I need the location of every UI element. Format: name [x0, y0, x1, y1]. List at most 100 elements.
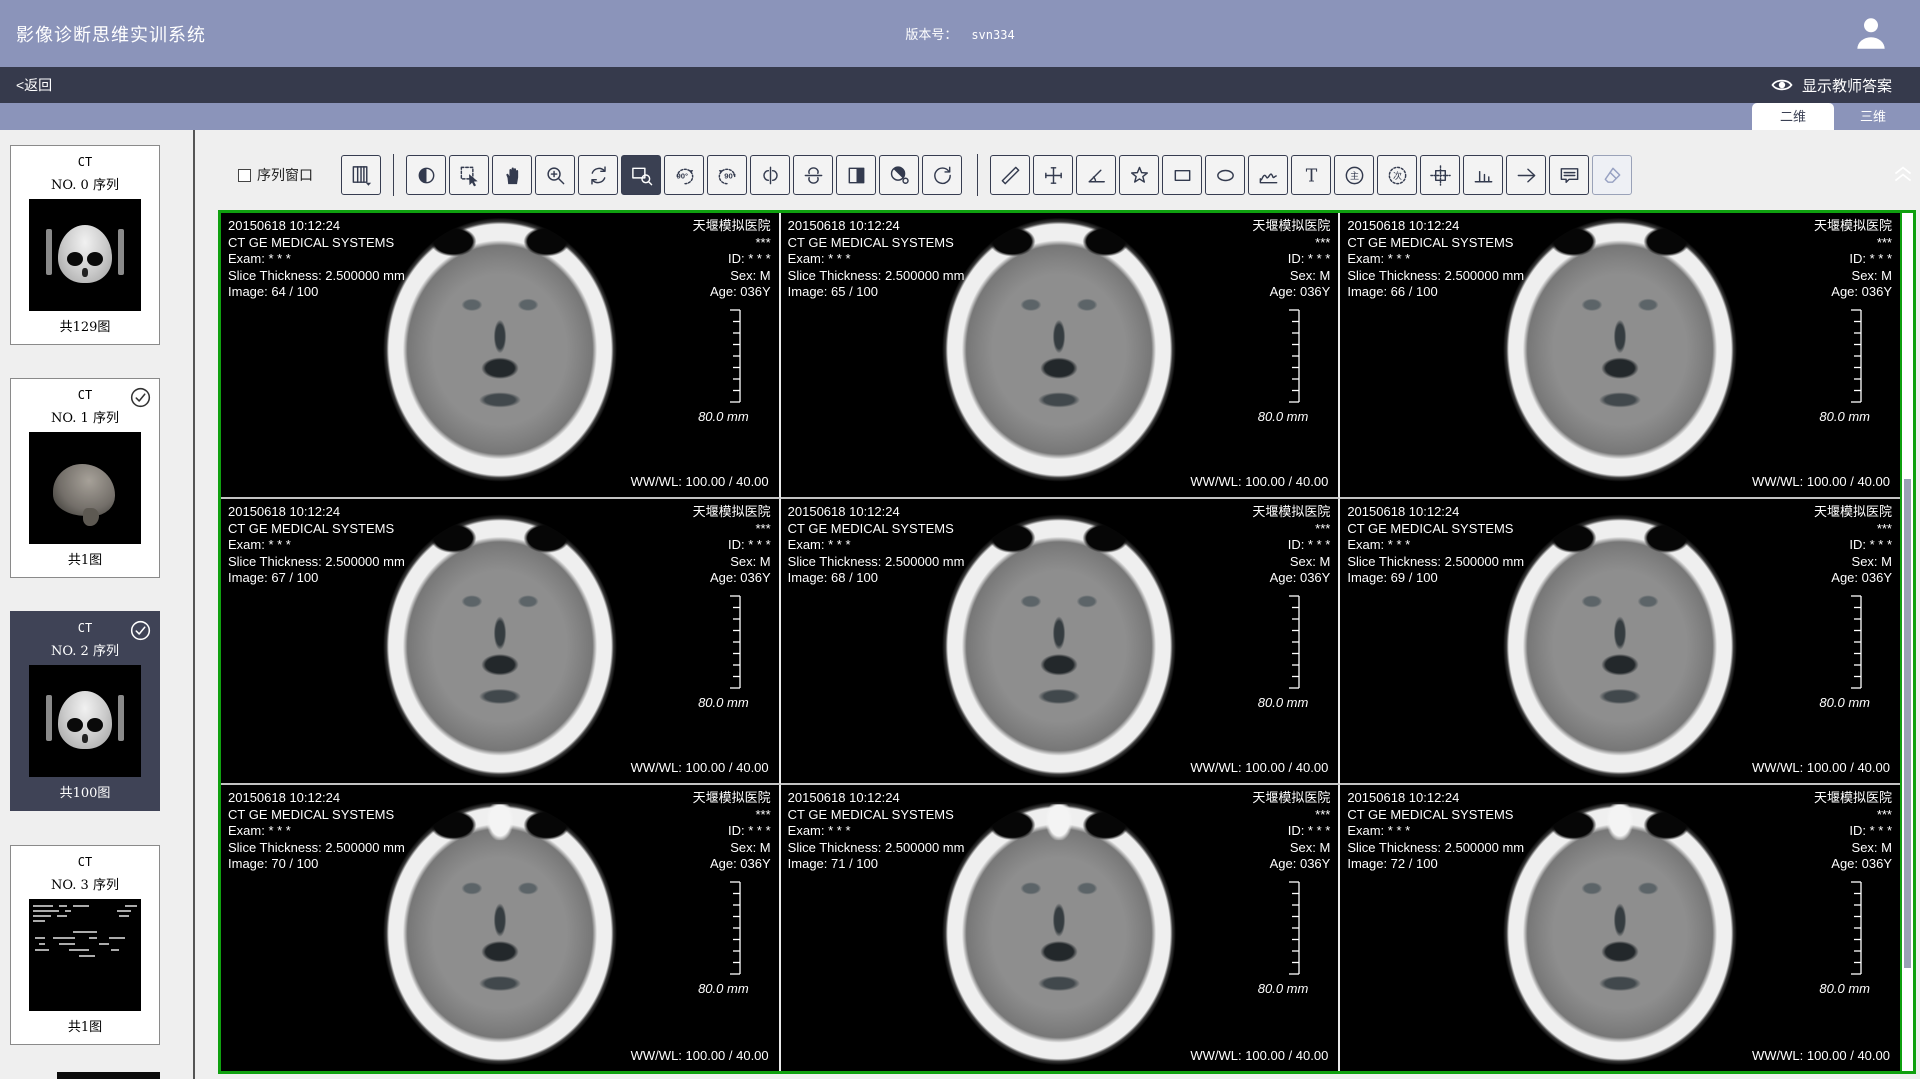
angle-button[interactable] [1076, 155, 1116, 195]
ct-image [1503, 514, 1737, 778]
series-window-toggle[interactable]: 序列窗口 [238, 165, 313, 185]
overlay-manufacturer: CT GE MEDICAL SYSTEMS [788, 235, 965, 252]
series-thumbnail-skull-side [29, 432, 141, 544]
tab-3d[interactable]: 三维 [1834, 103, 1912, 130]
star-roi-button[interactable] [1119, 155, 1159, 195]
window-preset-button[interactable] [879, 155, 919, 195]
ellipse-roi-button[interactable] [1205, 155, 1245, 195]
series-card-1[interactable]: CTNO. 1 序列共1图 [10, 378, 160, 578]
tab-2d[interactable]: 二维 [1752, 103, 1834, 130]
overlay-age: Age: 036Y [1252, 570, 1330, 587]
back-button[interactable]: <返回 [0, 75, 52, 95]
overlay-sex: Sex: M [1252, 840, 1330, 857]
reset-button[interactable] [922, 155, 962, 195]
invert-button[interactable] [836, 155, 876, 195]
overlay-scale-label: 80.0 mm [1258, 695, 1309, 710]
invert-icon [845, 164, 868, 187]
eraser-icon [1601, 164, 1624, 187]
series-card-3[interactable]: CTNO. 3 序列共1图 [10, 845, 160, 1045]
series-selected-check-icon [129, 386, 152, 409]
series-card-2[interactable]: CTNO. 2 序列共100图 [10, 611, 160, 811]
scrollbar-thumb[interactable] [1904, 479, 1911, 968]
eraser-button[interactable] [1592, 155, 1632, 195]
viewer-cell-4[interactable]: 20150618 10:12:24CT GE MEDICAL SYSTEMSEx… [221, 499, 781, 785]
profile-bars-button[interactable] [1463, 155, 1503, 195]
curve-profile-button[interactable] [1248, 155, 1288, 195]
rect-roi-button[interactable] [1162, 155, 1202, 195]
zoom-in-button[interactable] [535, 155, 575, 195]
viewer-scrollbar[interactable] [1900, 213, 1913, 1071]
overlay-manufacturer: CT GE MEDICAL SYSTEMS [228, 235, 405, 252]
cross-measure-button[interactable] [1033, 155, 1073, 195]
locate-button[interactable] [1420, 155, 1460, 195]
checkbox-icon[interactable] [238, 169, 251, 182]
overlay-datetime: 20150618 10:12:24 [228, 504, 405, 521]
viewer-cell-3[interactable]: 20150618 10:12:24CT GE MEDICAL SYSTEMSEx… [1340, 213, 1900, 499]
flip-horizontal-button[interactable] [750, 155, 790, 195]
overlay-top-left: 20150618 10:12:24CT GE MEDICAL SYSTEMSEx… [1347, 790, 1524, 873]
comment-button[interactable] [1549, 155, 1589, 195]
viewer-cell-6[interactable]: 20150618 10:12:24CT GE MEDICAL SYSTEMSEx… [1340, 499, 1900, 785]
show-teacher-answer-button[interactable]: 显示教师答案 [1770, 73, 1920, 97]
overlay-stars: *** [693, 521, 771, 538]
secondary-marker-button[interactable]: 次 [1377, 155, 1417, 195]
viewer-cell-2[interactable]: 20150618 10:12:24CT GE MEDICAL SYSTEMSEx… [781, 213, 1341, 499]
overlay-datetime: 20150618 10:12:24 [228, 790, 405, 807]
rotate-button[interactable] [578, 155, 618, 195]
ruler-icon [999, 164, 1022, 187]
overlay-window-level: WW/WL: 100.00 / 40.00 [1190, 474, 1328, 489]
flip-vertical-button[interactable] [793, 155, 833, 195]
collapse-toolbar-icon[interactable] [1890, 160, 1916, 186]
overlay-image-number: Image: 70 / 100 [228, 856, 405, 873]
next-series-peek [57, 1072, 160, 1079]
overlay-manufacturer: CT GE MEDICAL SYSTEMS [1347, 235, 1524, 252]
overlay-image-number: Image: 71 / 100 [788, 856, 965, 873]
region-zoom-icon [630, 164, 653, 187]
viewer-cell-9[interactable]: 20150618 10:12:24CT GE MEDICAL SYSTEMSEx… [1340, 785, 1900, 1071]
overlay-scale-label: 80.0 mm [698, 981, 749, 996]
pan-button[interactable] [492, 155, 532, 195]
rotate-90-cw-button[interactable]: 90° [707, 155, 747, 195]
show-answer-label: 显示教师答案 [1802, 75, 1892, 96]
viewer-cell-1[interactable]: 20150618 10:12:24CT GE MEDICAL SYSTEMSEx… [221, 213, 781, 499]
user-avatar-icon[interactable] [1850, 12, 1892, 54]
overlay-sex: Sex: M [693, 840, 771, 857]
rotate-90-ccw-button[interactable]: 90° [664, 155, 704, 195]
viewer-cell-7[interactable]: 20150618 10:12:24CT GE MEDICAL SYSTEMSEx… [221, 785, 781, 1071]
series-card-0[interactable]: CTNO. 0 序列共129图 [10, 145, 160, 345]
scale-ruler-icon [1288, 308, 1302, 404]
overlay-scale-label: 80.0 mm [698, 695, 749, 710]
arrow-annotation-button[interactable] [1506, 155, 1546, 195]
overlay-datetime: 20150618 10:12:24 [788, 790, 965, 807]
ruler-button[interactable] [990, 155, 1030, 195]
select-button[interactable] [449, 155, 489, 195]
overlay-patient-id: ID: * * * [693, 823, 771, 840]
overlay-image-number: Image: 64 / 100 [228, 284, 405, 301]
overlay-window-level: WW/WL: 100.00 / 40.00 [1752, 760, 1890, 775]
overlay-top-left: 20150618 10:12:24CT GE MEDICAL SYSTEMSEx… [1347, 218, 1524, 301]
series-window-label: 序列窗口 [257, 165, 313, 185]
app-header: 影像诊断思维实训系统 版本号：svn334 [0, 0, 1920, 67]
overlay-stars: *** [1814, 521, 1892, 538]
window-level-button[interactable] [406, 155, 446, 195]
series-image-count: 共1图 [11, 549, 159, 568]
overlay-manufacturer: CT GE MEDICAL SYSTEMS [1347, 521, 1524, 538]
layout-button[interactable] [341, 155, 381, 195]
text-annotation-button[interactable]: T [1291, 155, 1331, 195]
main-marker-button[interactable]: 主 [1334, 155, 1374, 195]
overlay-datetime: 20150618 10:12:24 [228, 218, 405, 235]
series-sidebar: CTNO. 0 序列共129图 CTNO. 1 序列共1图 CTNO. 2 序列共1… [0, 130, 193, 1079]
overlay-slice-thickness: Slice Thickness: 2.500000 mm [788, 268, 965, 285]
image-viewer: 20150618 10:12:24CT GE MEDICAL SYSTEMSEx… [218, 210, 1916, 1074]
version-label: 版本号： [905, 27, 957, 42]
overlay-top-left: 20150618 10:12:24CT GE MEDICAL SYSTEMSEx… [788, 218, 965, 301]
text-icon: T [1300, 164, 1323, 187]
overlay-exam: Exam: * * * [1347, 537, 1524, 554]
overlay-sex: Sex: M [1814, 554, 1892, 571]
curve-icon [1257, 164, 1280, 187]
viewer-cell-5[interactable]: 20150618 10:12:24CT GE MEDICAL SYSTEMSEx… [781, 499, 1341, 785]
viewer-cell-8[interactable]: 20150618 10:12:24CT GE MEDICAL SYSTEMSEx… [781, 785, 1341, 1071]
series-thumbnail-dose-report [29, 899, 141, 1011]
region-zoom-button[interactable] [621, 155, 661, 195]
overlay-manufacturer: CT GE MEDICAL SYSTEMS [788, 807, 965, 824]
